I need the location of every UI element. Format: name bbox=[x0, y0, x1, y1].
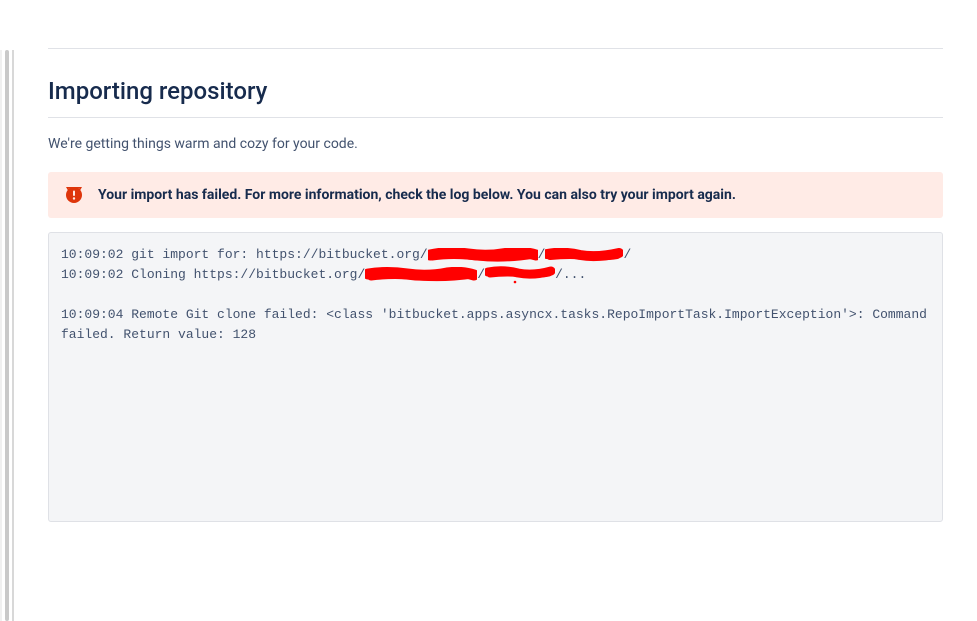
log-text: / bbox=[538, 247, 546, 262]
error-alert: Your import has failed. For more informa… bbox=[48, 172, 943, 218]
error-message: Your import has failed. For more informa… bbox=[98, 187, 736, 203]
redacted-text bbox=[545, 248, 623, 262]
log-line-2: 10:09:02 Cloning https://bitbucket.org/ /… bbox=[61, 267, 586, 282]
log-text: / bbox=[477, 267, 485, 282]
log-line-1: 10:09:02 git import for: https://bitbuck… bbox=[61, 247, 631, 262]
log-text: /... bbox=[555, 267, 586, 282]
redacted-text bbox=[365, 267, 477, 283]
page-title: Importing repository bbox=[48, 77, 943, 118]
top-divider bbox=[48, 48, 943, 49]
page-subtitle: We're getting things warm and cozy for y… bbox=[48, 136, 943, 152]
main-content: Importing repository We're getting thing… bbox=[14, 48, 977, 522]
scrollbar-edge[interactable] bbox=[0, 50, 14, 621]
log-line-3: 10:09:04 Remote Git clone failed: <class… bbox=[61, 307, 935, 342]
error-icon bbox=[66, 187, 82, 203]
log-text: / bbox=[623, 247, 631, 262]
redacted-text bbox=[485, 266, 555, 284]
log-output: 10:09:02 git import for: https://bitbuck… bbox=[48, 232, 943, 522]
log-text: 10:09:02 git import for: https://bitbuck… bbox=[61, 247, 428, 262]
log-content: 10:09:02 git import for: https://bitbuck… bbox=[61, 245, 930, 345]
log-text: 10:09:02 Cloning https://bitbucket.org/ bbox=[61, 267, 365, 282]
redacted-text bbox=[428, 248, 538, 262]
